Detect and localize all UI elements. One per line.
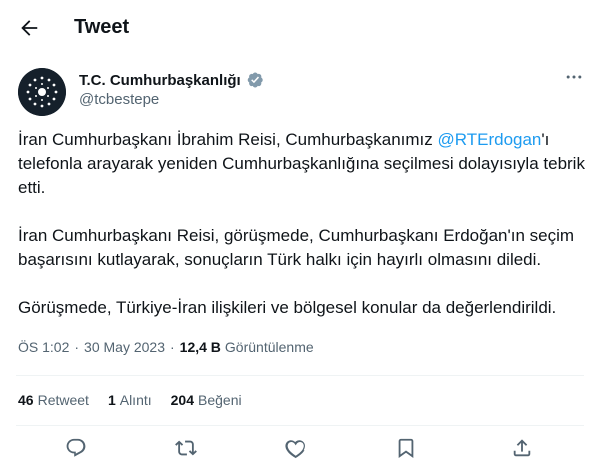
verified-badge-icon[interactable] [246,71,264,89]
page-title: Tweet [74,16,130,38]
likes-stat[interactable]: 204 Beğeni [171,392,242,408]
page-header: Tweet [0,0,599,58]
engagement-stats: 46 Retweet 1 Alıntı 204 Beğeni [18,392,242,408]
separator: · [170,339,175,355]
retweets-stat[interactable]: 46 Retweet [18,392,89,408]
retweet-button[interactable] [172,434,200,462]
back-button[interactable] [14,13,44,43]
tweet-paragraph: İran Cumhurbaşkanı İbrahim Reisi, Cumhur… [18,130,585,197]
tweet-time[interactable]: ÖS 1:02 [18,339,69,355]
share-button[interactable] [508,434,536,462]
action-bar [0,430,599,466]
author-name-row[interactable]: T.C. Cumhurbaşkanlığı [79,71,264,89]
author-name[interactable]: T.C. Cumhurbaşkanlığı [79,72,241,89]
bookmark-button[interactable] [392,434,420,462]
share-icon [513,439,531,457]
more-options-button[interactable] [561,66,587,88]
retweet-icon [175,440,197,456]
tweet-paragraph: Görüşmede, Türkiye-İran ilişkileri ve bö… [18,298,557,317]
arrow-left-icon [21,20,38,36]
reply-button[interactable] [62,434,90,462]
tweet-date[interactable]: 30 May 2023 [84,339,165,355]
bookmark-icon [398,438,414,458]
like-button[interactable] [282,434,310,462]
mention-link[interactable]: @RTErdogan [438,130,542,149]
tweet-paragraph: İran Cumhurbaşkanı Reisi, görüşmede, Cum… [18,226,575,269]
separator: · [74,339,80,355]
reply-icon [66,438,86,457]
author-handle[interactable]: @tcbestepe [79,91,159,108]
like-icon [285,440,305,459]
divider [16,425,584,426]
presidential-seal-icon [18,68,66,116]
tweet-text: İran Cumhurbaşkanı İbrahim Reisi, Cumhur… [18,128,586,344]
views-label: Görüntülenme [224,339,314,355]
more-horizontal-icon [566,75,582,79]
tweet-meta: ÖS 1:02 · 30 May 2023 · 12,4 B Görüntüle… [18,339,314,355]
avatar[interactable] [18,68,66,116]
quotes-stat[interactable]: 1 Alıntı [108,392,152,408]
views-count: 12,4 B [179,339,221,355]
divider [16,375,584,376]
